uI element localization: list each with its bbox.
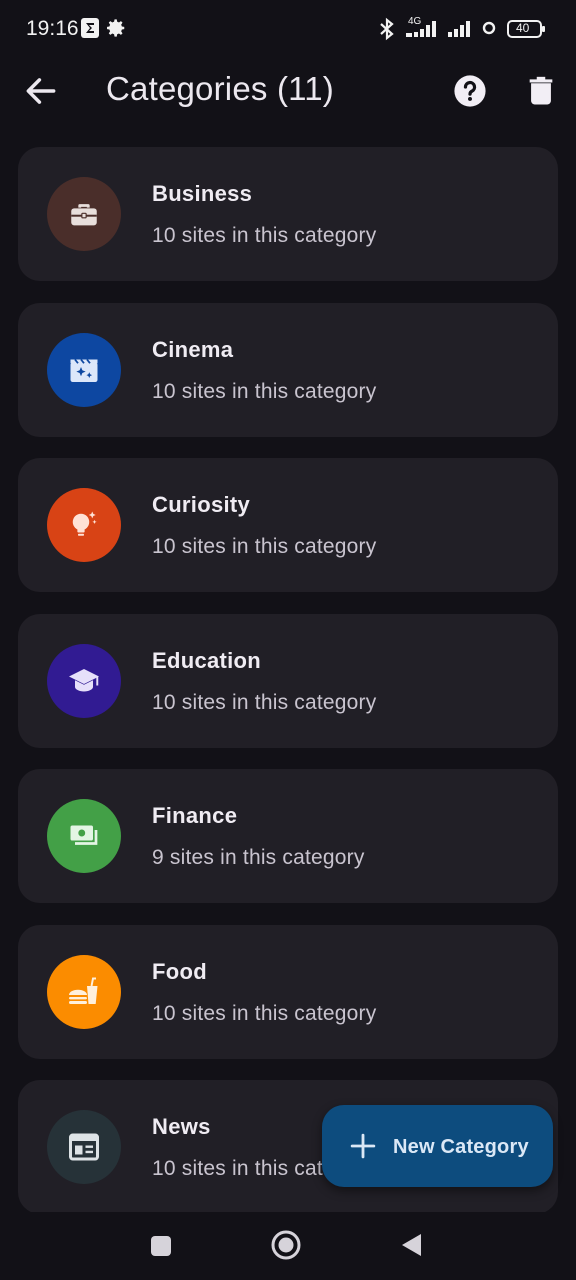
back-triangle-icon[interactable] [399, 1232, 423, 1258]
category-list[interactable]: Business 10 sites in this category Cinem… [0, 124, 576, 1212]
category-card-business[interactable]: Business 10 sites in this category [18, 147, 558, 281]
category-name: Curiosity [152, 492, 251, 517]
payments-icon [70, 825, 98, 845]
lightbulb-sparkle-icon [72, 511, 97, 536]
category-avatar [47, 333, 121, 407]
delete-trash-icon[interactable] [524, 74, 558, 108]
bluetooth-icon [380, 17, 394, 41]
category-avatar [47, 1110, 121, 1184]
status-bar: 19:16 4G 40 [0, 0, 576, 58]
school-icon [69, 669, 99, 692]
category-avatar [47, 799, 121, 873]
category-card-education[interactable]: Education 10 sites in this category [18, 614, 558, 748]
help-icon[interactable] [453, 74, 487, 108]
category-name: Business [152, 181, 253, 206]
category-name: Education [152, 648, 262, 673]
category-name: News [152, 1114, 211, 1139]
add-icon [350, 1133, 376, 1159]
recent-apps-icon[interactable] [149, 1234, 173, 1258]
signal-strength-2-icon [448, 21, 470, 37]
settings-gear-icon [107, 19, 125, 37]
fastfood-icon [69, 977, 98, 1004]
category-avatar [47, 177, 121, 251]
briefcase-icon [71, 204, 97, 226]
category-card-curiosity[interactable]: Curiosity 10 sites in this category [18, 458, 558, 592]
category-card-finance[interactable]: Finance 9 sites in this category [18, 769, 558, 903]
category-site-count: 9 sites in this category [152, 846, 365, 869]
category-site-count: 10 sites in this category [152, 224, 377, 247]
battery-level: 40 [516, 21, 530, 35]
status-time: 19:16 [26, 17, 79, 40]
new-category-label: New Category [393, 1136, 529, 1158]
category-site-count: 10 sites in this category [152, 535, 377, 558]
page-title: Categories (11) [106, 70, 334, 107]
category-avatar [47, 488, 121, 562]
system-navigation-bar [0, 1212, 576, 1280]
category-name: Finance [152, 803, 238, 828]
category-card-food[interactable]: Food 10 sites in this category [18, 925, 558, 1059]
category-card-cinema[interactable]: Cinema 10 sites in this category [18, 303, 558, 437]
movie-sparkle-icon [70, 358, 98, 382]
category-site-count: 10 sites in this category [152, 380, 377, 403]
hotspot-link-icon [482, 21, 496, 35]
back-arrow-icon[interactable] [22, 72, 60, 110]
sigma-app-icon [81, 18, 99, 38]
newspaper-icon [69, 1133, 99, 1161]
signal-strength-icon [406, 21, 436, 37]
category-name: Cinema [152, 337, 234, 362]
home-icon[interactable] [270, 1229, 302, 1261]
category-site-count: 10 sites in this category [152, 1002, 377, 1025]
new-category-button[interactable]: New Category [322, 1105, 553, 1187]
app-bar: Categories (11) [0, 58, 576, 124]
category-avatar [47, 644, 121, 718]
category-site-count: 10 sites in this category [152, 691, 377, 714]
category-name: Food [152, 959, 207, 984]
category-avatar [47, 955, 121, 1029]
